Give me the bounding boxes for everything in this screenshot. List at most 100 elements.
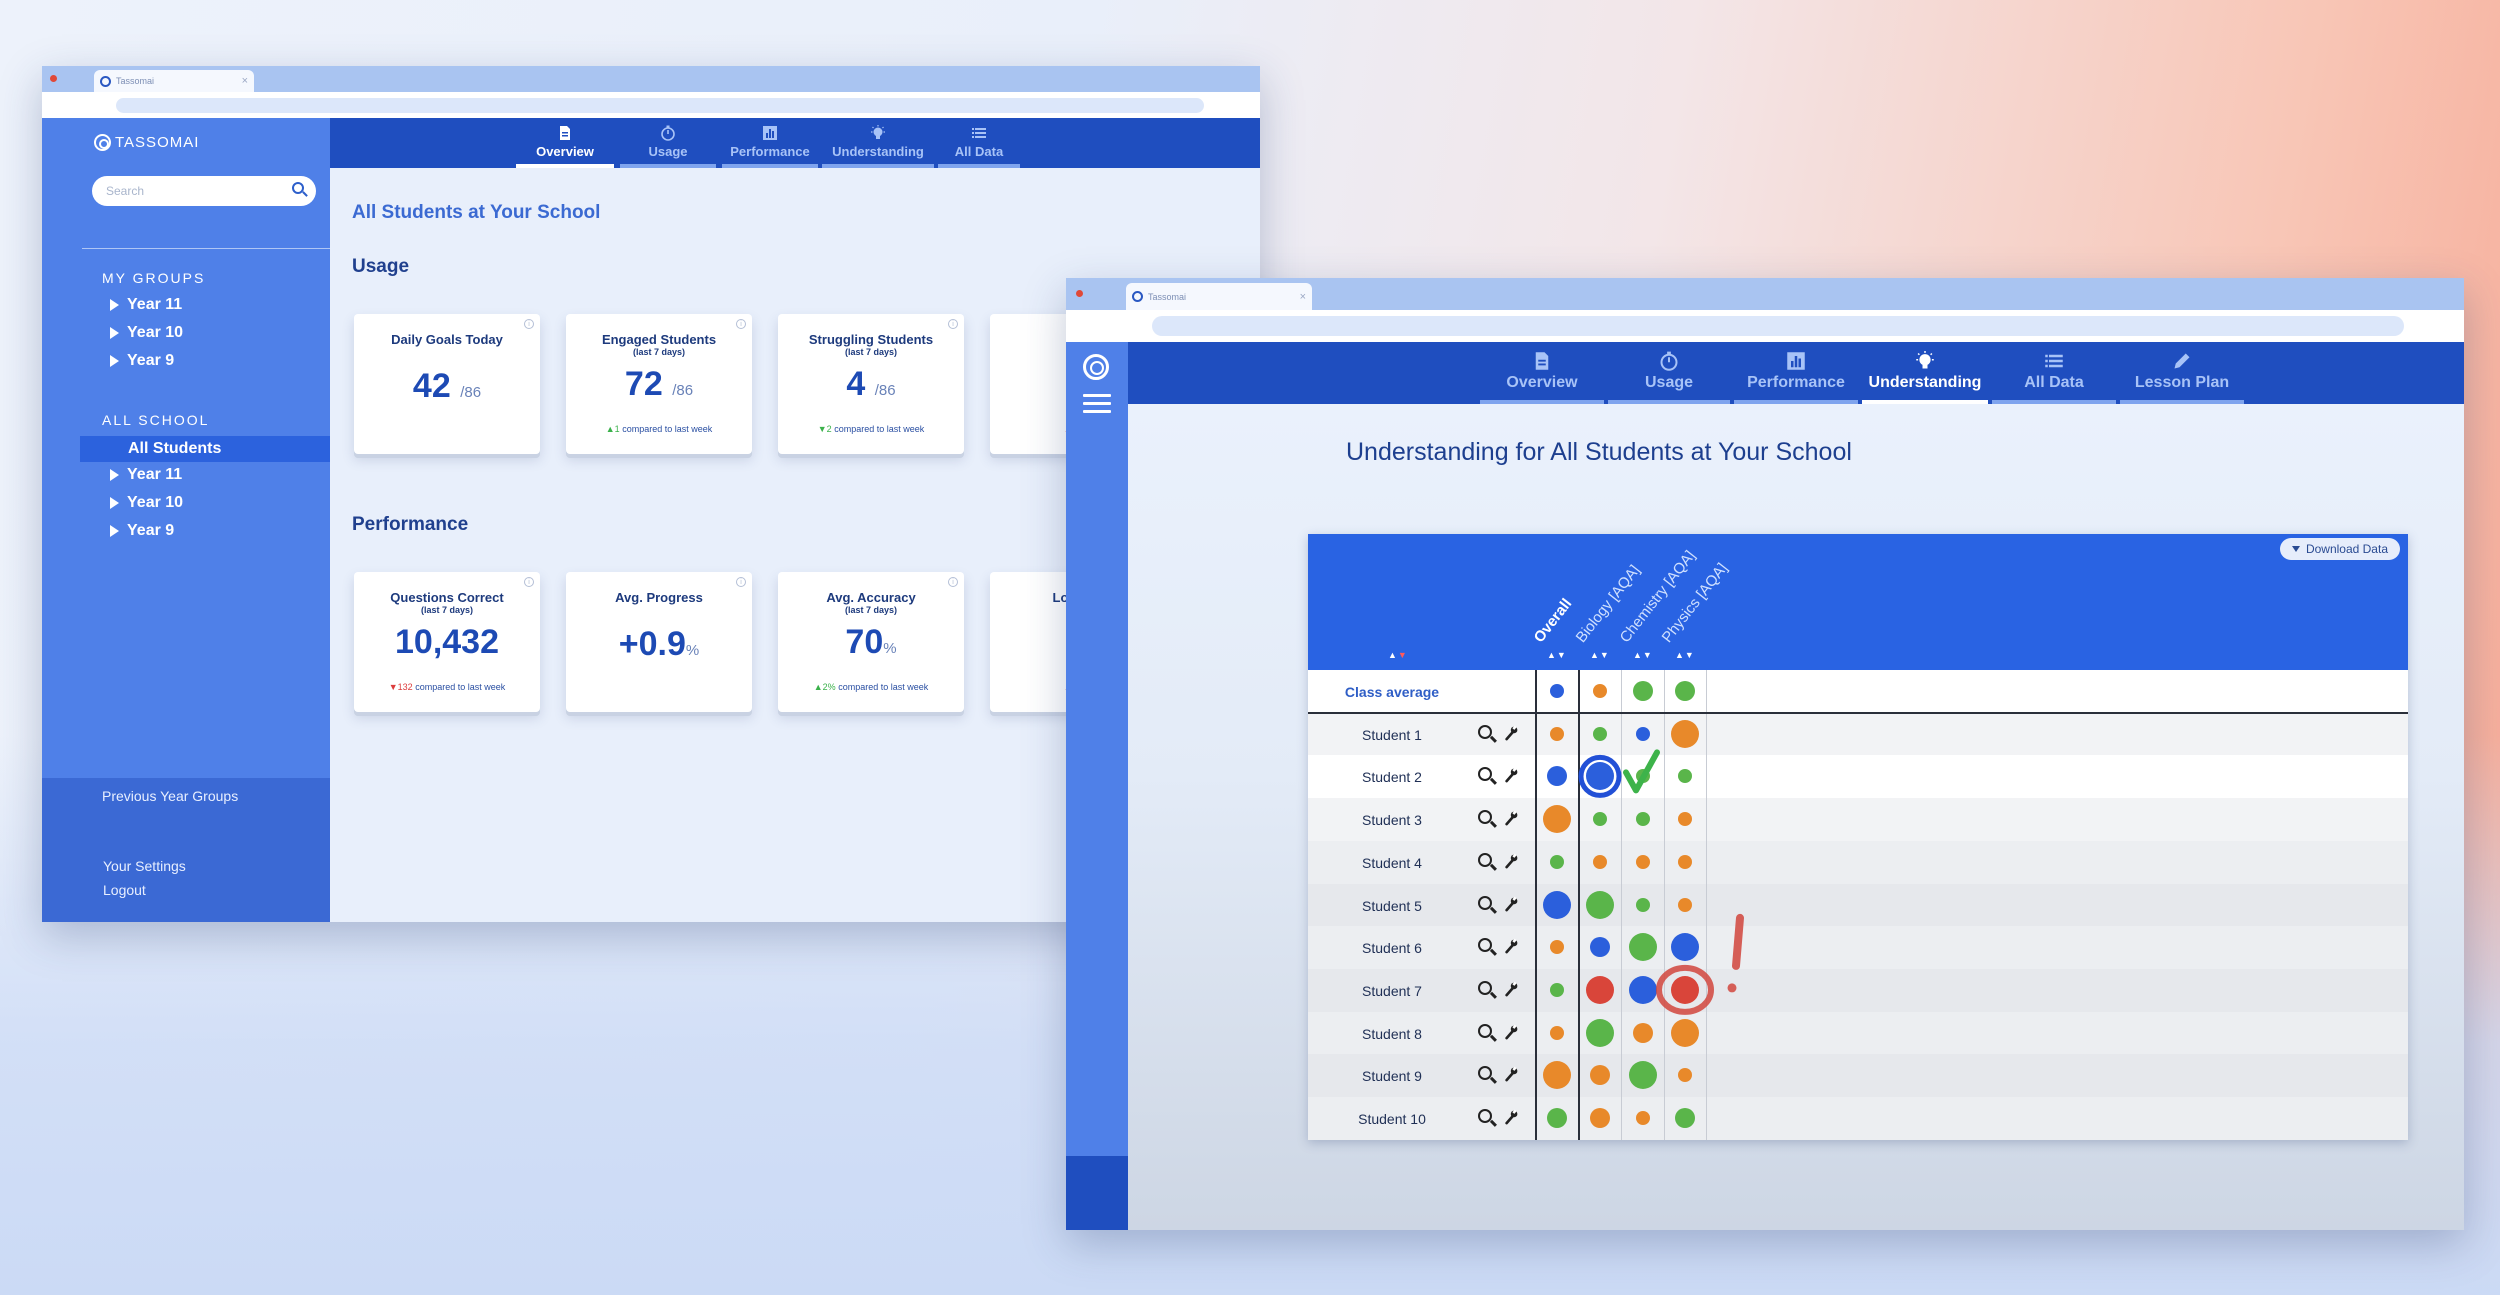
understanding-dot-biology[interactable] [1586, 1018, 1614, 1047]
student-row[interactable]: Student 2 [1308, 755, 2408, 799]
understanding-dot-physics[interactable] [1678, 812, 1692, 827]
browser-tab[interactable]: Tassomai × [1126, 283, 1312, 310]
student-row[interactable]: Student 7 [1308, 968, 2408, 1012]
wrench-icon[interactable] [1504, 724, 1518, 742]
biology-sort-arrows[interactable]: ▲▼ [1590, 650, 1610, 660]
tab-understanding[interactable]: Understanding [1862, 342, 1988, 404]
understanding-dot-biology[interactable] [1590, 937, 1610, 958]
name-sort-arrows[interactable]: ▲▼ [1388, 650, 1408, 660]
info-icon[interactable]: i [524, 319, 534, 329]
tab-usage[interactable]: Usage [1608, 342, 1730, 404]
sidebar-item-year-10[interactable]: Year 10 [110, 324, 183, 342]
wrench-icon[interactable] [1504, 895, 1518, 913]
understanding-dot-biology[interactable] [1593, 812, 1607, 827]
sidebar-item-school-year-11[interactable]: Year 11 [110, 466, 182, 484]
tab-overview[interactable]: Overview [516, 118, 614, 168]
info-icon[interactable]: i [948, 319, 958, 329]
info-icon[interactable]: i [736, 319, 746, 329]
understanding-dot-physics[interactable] [1671, 719, 1699, 748]
close-tab-icon[interactable]: × [1300, 291, 1306, 303]
student-row[interactable]: Student 9 [1308, 1054, 2408, 1098]
search-icon[interactable] [1478, 980, 1492, 995]
sidebar-item-year-9[interactable]: Year 9 [110, 352, 174, 370]
understanding-dot-biology[interactable] [1590, 1108, 1610, 1128]
understanding-dot-physics[interactable] [1678, 1068, 1692, 1083]
overall-sort-arrows[interactable]: ▲▼ [1547, 650, 1567, 660]
student-row[interactable]: Student 1 [1308, 712, 2408, 756]
close-window-dot[interactable] [50, 75, 57, 82]
understanding-dot-biology[interactable] [1586, 975, 1614, 1004]
understanding-dot-biology[interactable] [1590, 1065, 1610, 1086]
tab-overview[interactable]: Overview [1480, 342, 1604, 404]
wrench-icon[interactable] [1504, 766, 1518, 784]
understanding-dot-overall[interactable] [1550, 1025, 1564, 1040]
tab-performance[interactable]: Performance [1734, 342, 1858, 404]
sidebar-item-school-year-9[interactable]: Year 9 [110, 522, 174, 540]
search-icon[interactable] [1478, 1109, 1492, 1123]
settings-link[interactable]: Your Settings [103, 858, 186, 874]
close-tab-icon[interactable]: × [242, 75, 248, 87]
brand-logo[interactable]: TASSOMAI [94, 134, 199, 151]
info-icon[interactable]: i [736, 577, 746, 587]
understanding-dot-chemistry[interactable] [1633, 681, 1653, 701]
previous-year-groups-link[interactable]: Previous Year Groups [102, 788, 238, 804]
search-icon[interactable] [292, 182, 304, 194]
tab-all-data[interactable]: All Data [938, 118, 1020, 168]
understanding-dot-biology[interactable] [1593, 684, 1607, 698]
understanding-dot-chemistry[interactable] [1636, 897, 1650, 912]
understanding-dot-physics[interactable] [1678, 854, 1692, 869]
understanding-dot-biology[interactable] [1593, 854, 1607, 869]
search-icon[interactable] [1478, 724, 1492, 739]
student-row[interactable]: Student 4 [1308, 840, 2408, 884]
browser-tab[interactable]: Tassomai × [94, 70, 254, 92]
tassomai-logo-icon[interactable] [1083, 354, 1109, 380]
search-icon[interactable] [1478, 767, 1492, 782]
tab-lesson-plan[interactable]: Lesson Plan [2120, 342, 2244, 404]
tab-performance[interactable]: Performance [722, 118, 818, 168]
understanding-dot-chemistry[interactable] [1636, 726, 1650, 741]
tab-usage[interactable]: Usage [620, 118, 716, 168]
wrench-icon[interactable] [1504, 1023, 1518, 1041]
close-window-dot[interactable] [1076, 290, 1083, 297]
info-icon[interactable]: i [524, 577, 534, 587]
understanding-dot-chemistry[interactable] [1629, 975, 1657, 1004]
understanding-dot-chemistry[interactable] [1636, 1111, 1650, 1125]
understanding-dot-overall[interactable] [1543, 890, 1571, 919]
sidebar-item-all-students[interactable]: All Students [80, 436, 330, 462]
understanding-dot-chemistry[interactable] [1633, 1022, 1653, 1043]
engaged-students-card[interactable]: i Engaged Students (last 7 days) 72 /86 … [566, 314, 752, 454]
wrench-icon[interactable] [1504, 852, 1518, 870]
search-icon[interactable] [1478, 938, 1492, 953]
info-icon[interactable]: i [948, 577, 958, 587]
download-data-button[interactable]: Download Data [2279, 538, 2400, 560]
student-row[interactable]: Student 5 [1308, 883, 2408, 927]
search-input[interactable]: Search [92, 176, 316, 206]
understanding-dot-physics[interactable] [1678, 769, 1692, 784]
wrench-icon[interactable] [1504, 1108, 1518, 1126]
understanding-dot-chemistry[interactable] [1629, 933, 1657, 962]
understanding-dot-overall[interactable] [1550, 940, 1564, 955]
student-row[interactable]: Student 6 [1308, 926, 2408, 970]
understanding-dot-physics[interactable] [1678, 897, 1692, 912]
menu-icon[interactable] [1083, 394, 1111, 418]
understanding-dot-physics[interactable] [1675, 1108, 1695, 1128]
student-row[interactable]: Student 10 [1308, 1097, 2408, 1140]
avg-progress-card[interactable]: i Avg. Progress +0.9% [566, 572, 752, 712]
understanding-dot-biology[interactable] [1586, 890, 1614, 919]
understanding-dot-physics[interactable] [1671, 975, 1699, 1004]
understanding-dot-chemistry[interactable] [1636, 854, 1650, 869]
physics-sort-arrows[interactable]: ▲▼ [1675, 650, 1695, 660]
search-icon[interactable] [1478, 852, 1492, 867]
understanding-dot-overall[interactable] [1547, 1108, 1567, 1128]
understanding-dot-chemistry[interactable] [1636, 812, 1650, 827]
understanding-dot-overall[interactable] [1543, 1061, 1571, 1090]
search-icon[interactable] [1478, 895, 1492, 910]
sidebar-item-year-11[interactable]: Year 11 [110, 296, 182, 314]
url-field[interactable] [1152, 316, 2404, 336]
search-icon[interactable] [1478, 810, 1492, 825]
wrench-icon[interactable] [1504, 1065, 1518, 1083]
student-row[interactable]: Student 8 [1308, 1011, 2408, 1055]
questions-correct-card[interactable]: i Questions Correct (last 7 days) 10,432… [354, 572, 540, 712]
url-field[interactable] [116, 98, 1204, 113]
understanding-dot-chemistry[interactable] [1629, 1061, 1657, 1090]
